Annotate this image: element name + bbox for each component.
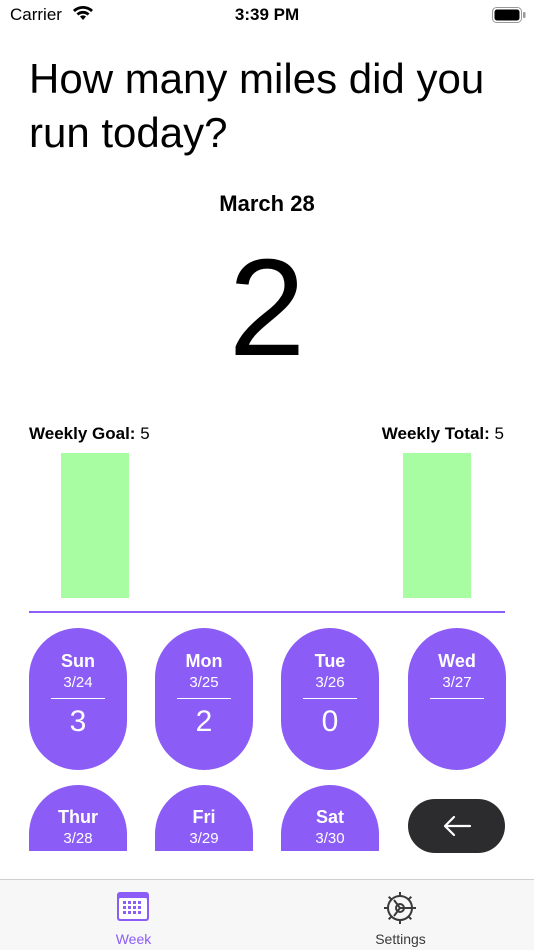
- day-divider: [303, 698, 357, 699]
- status-bar: Carrier 3:39 PM: [0, 0, 534, 32]
- day-date: 3/29: [189, 830, 219, 847]
- day-button-thur[interactable]: Thur 3/28: [29, 785, 127, 851]
- tab-settings[interactable]: Settings: [267, 880, 534, 950]
- date-title: March 28: [219, 191, 315, 216]
- day-name: Fri: [192, 807, 216, 827]
- day-name: Sun: [61, 651, 95, 671]
- day-date: 3/25: [189, 674, 219, 691]
- tab-settings-label: Settings: [375, 931, 426, 947]
- weekly-goal-label: Weekly Goal:: [29, 424, 136, 443]
- day-divider: [177, 698, 231, 699]
- day-miles: 0: [321, 705, 339, 738]
- calendar-icon: [116, 890, 150, 927]
- day-date: 3/30: [315, 830, 345, 847]
- tab-week[interactable]: Week: [0, 880, 267, 950]
- day-name: Tue: [314, 651, 346, 671]
- arrow-left-icon: [443, 815, 472, 837]
- day-name: Mon: [185, 651, 223, 671]
- weekly-goal-value: 5: [140, 424, 150, 443]
- day-divider: [51, 698, 105, 699]
- day-miles: 2: [195, 705, 213, 738]
- day-button-sun[interactable]: Sun 3/24 3: [29, 628, 127, 770]
- divider: [29, 611, 505, 613]
- weekly-goal-bar: [61, 453, 129, 598]
- today-miles-value[interactable]: 2: [0, 228, 534, 388]
- day-date: 3/24: [63, 674, 93, 691]
- weekly-total: Weekly Total: 5: [382, 424, 504, 444]
- day-date: 3/26: [315, 674, 345, 691]
- back-button[interactable]: [408, 799, 505, 853]
- day-date: 3/28: [63, 830, 93, 847]
- day-button-fri[interactable]: Fri 3/29: [155, 785, 253, 851]
- weekly-total-bar: [403, 453, 471, 598]
- day-button-tue[interactable]: Tue 3/26 0: [281, 628, 379, 770]
- day-divider: [430, 698, 484, 699]
- tab-week-label: Week: [115, 931, 152, 947]
- weekly-total-value: 5: [494, 424, 504, 443]
- day-button-wed[interactable]: Wed 3/27: [408, 628, 506, 770]
- day-miles: 3: [69, 705, 87, 738]
- day-name: Thur: [58, 807, 98, 827]
- tab-bar: Week Settings: [0, 879, 534, 950]
- battery-icon: [492, 7, 526, 23]
- day-button-sat[interactable]: Sat 3/30: [281, 785, 379, 851]
- day-name: Wed: [438, 651, 476, 671]
- clock: 3:39 PM: [234, 5, 300, 24]
- day-name: Sat: [315, 807, 344, 827]
- question-heading: How many miles did you run today?: [29, 55, 485, 156]
- day-button-mon[interactable]: Mon 3/25 2: [155, 628, 253, 770]
- day-date: 3/27: [442, 674, 472, 691]
- gear-icon: [382, 890, 418, 931]
- weekly-total-label: Weekly Total:: [381, 424, 490, 443]
- weekly-goal: Weekly Goal: 5: [29, 424, 150, 444]
